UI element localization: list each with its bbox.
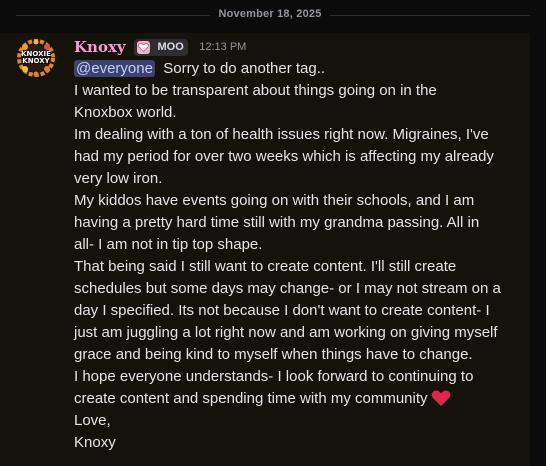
- red-heart-emoji: [431, 389, 451, 414]
- date-divider-label: November 18, 2025: [218, 8, 322, 20]
- role-tag[interactable]: MOO: [134, 38, 188, 56]
- role-tag-label: MOO: [157, 40, 184, 53]
- message-line: day I specified. Its not because I don't…: [74, 302, 490, 319]
- timestamp[interactable]: 12:13 PM: [199, 41, 246, 53]
- date-divider: November 18, 2025: [0, 6, 546, 26]
- message-line: just am juggling a lot right now and am …: [74, 324, 498, 341]
- avatar[interactable]: KNOXIE KNOXY: [16, 38, 56, 78]
- message-line: My kiddos have events going on with thei…: [74, 192, 475, 209]
- message-line: very low iron.: [74, 170, 163, 187]
- username[interactable]: Knoxy: [74, 38, 126, 56]
- message-line-text: create content and spending time with my…: [74, 390, 428, 407]
- message-line: Knoxy: [74, 434, 116, 451]
- message-body: @everyone Sorry to do another tag.. I wa…: [74, 58, 514, 454]
- heart-tag-icon: [137, 40, 151, 54]
- divider-line-left: [16, 15, 210, 16]
- avatar-text-line2: KNOXY: [22, 57, 50, 65]
- message-line: schedules but some days may change- or I…: [74, 280, 501, 297]
- message-line: had my period for over two weeks which i…: [74, 148, 494, 165]
- message-line: all- I am not in tip top shape.: [74, 236, 263, 253]
- message-line-text: Sorry to do another tag..: [163, 60, 326, 77]
- message-line: That being said I still want to create c…: [74, 258, 457, 275]
- everyone-mention[interactable]: @everyone: [74, 60, 155, 77]
- message-line: Im dealing with a ton of health issues r…: [74, 126, 489, 143]
- message-header: Knoxy MOO 12:13 PM: [74, 38, 246, 58]
- message-line: @everyone Sorry to do another tag..: [74, 58, 514, 80]
- message-line: I wanted to be transparent about things …: [74, 82, 437, 99]
- message-line: I hope everyone understands- I look forw…: [74, 368, 474, 385]
- message-line: Knoxbox world.: [74, 104, 177, 121]
- message-line: having a pretty hard time still with my …: [74, 214, 480, 231]
- message-line: grace and being kind to myself when thin…: [74, 346, 473, 363]
- chat-message: KNOXIE KNOXY Knoxy MOO 12:13 PM @everyon…: [0, 33, 530, 466]
- message-line: create content and spending time with my…: [74, 388, 514, 410]
- divider-line-right: [330, 15, 530, 16]
